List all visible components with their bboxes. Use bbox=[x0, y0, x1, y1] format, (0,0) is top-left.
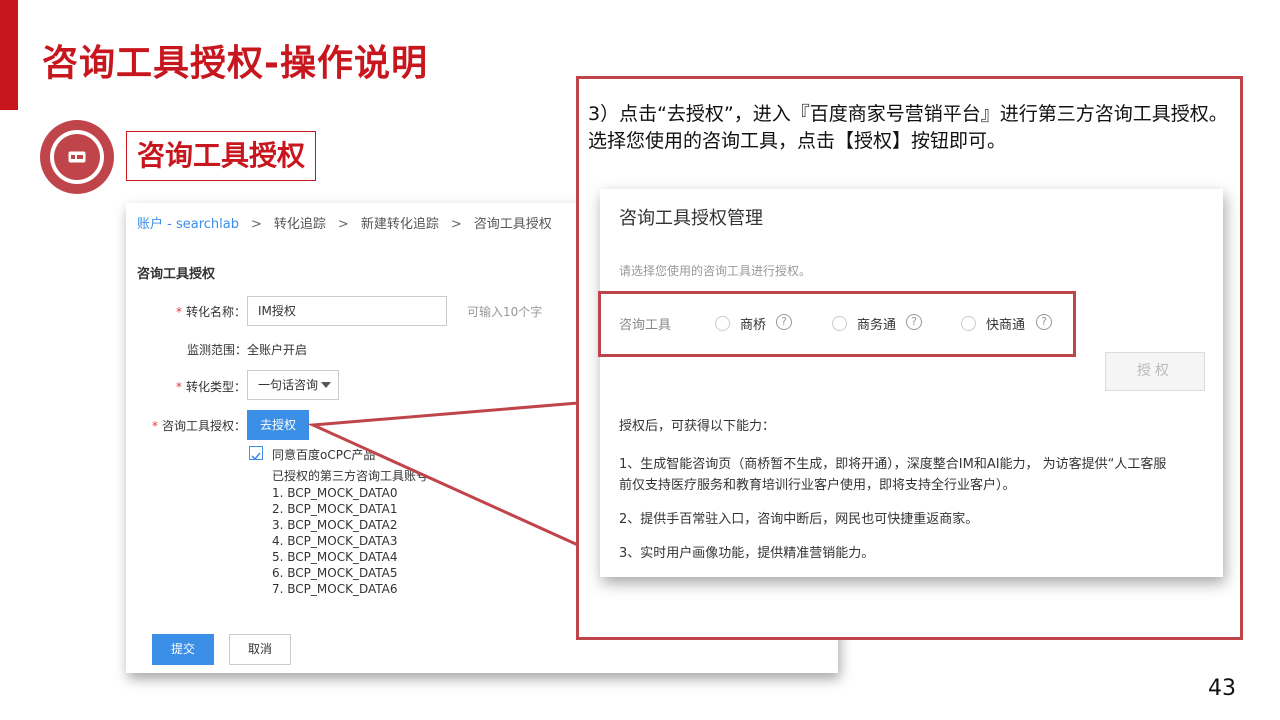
monitor-scope-text: 监测范围：全账户开启 bbox=[187, 343, 308, 357]
dialog-title: 咨询工具授权管理 bbox=[619, 208, 763, 229]
list-item: 7. BCP_MOCK_DATA6 bbox=[272, 582, 398, 596]
breadcrumb-item-account[interactable]: 账户 - searchlab bbox=[137, 217, 239, 232]
ability-item-1: 1、生成智能咨询页（商桥暂不生成，即将开通），深度整合IM和AI能力， 为访客提… bbox=[619, 457, 1167, 472]
list-item: 4. BCP_MOCK_DATA3 bbox=[272, 534, 398, 548]
section-icon-badge bbox=[40, 120, 114, 194]
ticket-icon bbox=[68, 148, 86, 167]
conversion-name-input[interactable]: IM授权 bbox=[247, 296, 447, 326]
check-icon bbox=[251, 452, 261, 461]
ability-item-3: 3、实时用户画像功能，提供精准营销能力。 bbox=[619, 546, 875, 561]
consult-tool-label: * 咨询工具授权： bbox=[152, 419, 247, 433]
slide-title: 咨询工具授权-操作说明 bbox=[42, 43, 428, 84]
tool-options-highlight bbox=[598, 291, 1076, 357]
accent-bar bbox=[0, 0, 18, 110]
cancel-button[interactable]: 取消 bbox=[229, 634, 291, 665]
conversion-type-label: * 转化类型： bbox=[176, 380, 247, 394]
tool-auth-dialog: 咨询工具授权管理 请选择您使用的咨询工具进行授权。 咨询工具 商桥 ? 商务通 … bbox=[600, 189, 1223, 577]
ability-item-2: 2、提供手百常驻入口，咨询中断后，网民也可快捷重返商家。 bbox=[619, 512, 979, 527]
instruction-callout: 3）点击“去授权”，进入『百度商家号营销平台』进行第三方咨询工具授权。选择您使用… bbox=[576, 76, 1243, 640]
conversion-name-label: * 转化名称： bbox=[176, 305, 247, 319]
section-label: 咨询工具授权 bbox=[126, 131, 317, 181]
list-item: 6. BCP_MOCK_DATA5 bbox=[272, 566, 398, 580]
agree-text: 同意百度oCPC产品 bbox=[272, 448, 376, 462]
authorized-accounts-list: 1. BCP_MOCK_DATA0 2. BCP_MOCK_DATA1 3. B… bbox=[272, 485, 398, 597]
abilities-heading: 授权后，可获得以下能力： bbox=[619, 419, 776, 434]
authorized-accounts-title: 已授权的第三方咨询工具账号 bbox=[272, 469, 429, 483]
list-item: 1. BCP_MOCK_DATA0 bbox=[272, 486, 398, 500]
ability-item-1-continued: 前仅支持医疗服务和教育培训行业客户使用，即将支持全行业客户）。 bbox=[619, 478, 1016, 493]
authorize-button[interactable]: 授权 bbox=[1105, 352, 1205, 391]
list-item: 2. BCP_MOCK_DATA1 bbox=[272, 502, 398, 516]
list-item: 3. BCP_MOCK_DATA2 bbox=[272, 518, 398, 532]
breadcrumb-item-tool-auth: 咨询工具授权 bbox=[473, 217, 552, 232]
chevron-down-icon bbox=[321, 382, 331, 388]
breadcrumb-item-new-conversion[interactable]: 新建转化追踪 bbox=[361, 217, 439, 232]
form-title: 咨询工具授权 bbox=[137, 267, 216, 282]
page-number: 43 bbox=[1208, 676, 1236, 701]
go-authorize-button[interactable]: 去授权 bbox=[247, 410, 309, 440]
breadcrumb: 账户 - searchlab > 转化追踪 > 新建转化追踪 > 咨询工具授权 bbox=[137, 217, 552, 232]
name-length-hint: 可输入10个字 bbox=[467, 305, 543, 319]
agree-checkbox[interactable] bbox=[249, 446, 263, 461]
list-item: 5. BCP_MOCK_DATA4 bbox=[272, 550, 398, 564]
instruction-text: 3）点击“去授权”，进入『百度商家号营销平台』进行第三方咨询工具授权。选择您使用… bbox=[588, 103, 1228, 152]
dialog-hint: 请选择您使用的咨询工具进行授权。 bbox=[619, 264, 812, 278]
conversion-type-select[interactable]: 一句话咨询 bbox=[247, 370, 339, 400]
breadcrumb-item-conversion[interactable]: 转化追踪 bbox=[274, 217, 326, 232]
submit-button[interactable]: 提交 bbox=[152, 634, 214, 665]
